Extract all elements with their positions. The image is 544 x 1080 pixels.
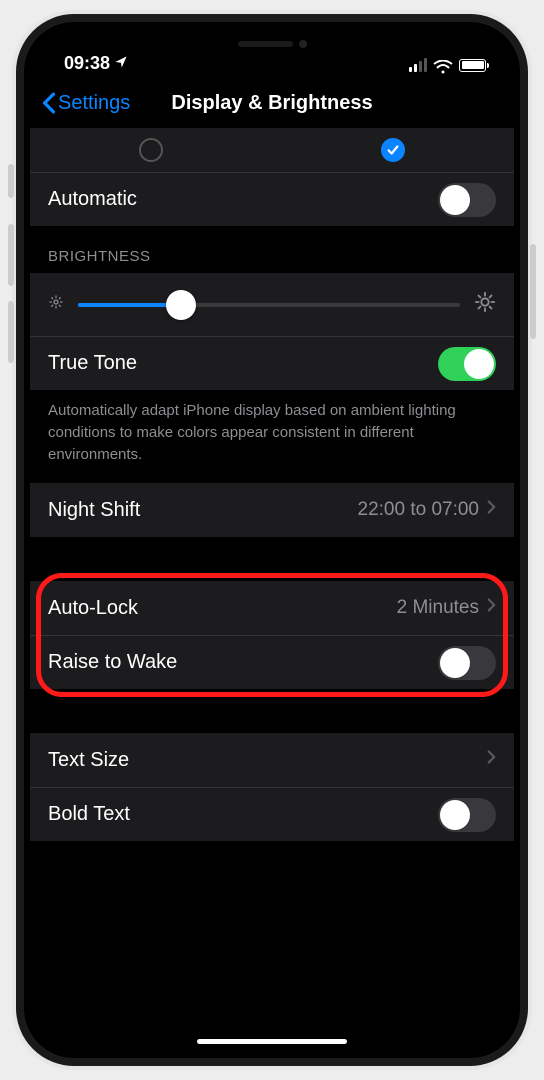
raise-to-wake-switch[interactable] bbox=[438, 646, 496, 680]
night-shift-value: 22:00 to 07:00 bbox=[358, 499, 480, 521]
true-tone-footer: Automatically adapt iPhone display based… bbox=[30, 390, 514, 483]
volume-down bbox=[8, 301, 14, 363]
auto-lock-value: 2 Minutes bbox=[397, 597, 479, 619]
content: Automatic BRIGHTNESS True Tone bbox=[30, 128, 514, 1052]
appearance-selector bbox=[30, 128, 514, 172]
location-icon bbox=[114, 53, 128, 74]
back-button[interactable]: Settings bbox=[42, 92, 130, 115]
appearance-dark-radio[interactable] bbox=[381, 138, 405, 162]
auto-lock-label: Auto-Lock bbox=[48, 597, 138, 620]
night-shift-label: Night Shift bbox=[48, 499, 140, 522]
slider-thumb[interactable] bbox=[166, 290, 196, 320]
brightness-header: BRIGHTNESS bbox=[30, 226, 514, 273]
device-frame: 09:38 Settings Display & B bbox=[12, 10, 532, 1070]
screen: 09:38 Settings Display & B bbox=[30, 28, 514, 1052]
brightness-slider[interactable] bbox=[78, 303, 460, 307]
nav-bar: Settings Display & Brightness bbox=[30, 78, 514, 128]
true-tone-label: True Tone bbox=[48, 352, 137, 375]
chevron-right-icon bbox=[487, 597, 496, 619]
sun-large-icon bbox=[474, 291, 496, 318]
home-indicator[interactable] bbox=[197, 1039, 347, 1044]
appearance-light-radio[interactable] bbox=[139, 138, 163, 162]
battery-icon bbox=[459, 59, 486, 72]
notch bbox=[167, 28, 377, 60]
chevron-right-icon bbox=[487, 749, 496, 771]
automatic-row[interactable]: Automatic bbox=[30, 172, 514, 226]
bold-text-row[interactable]: Bold Text bbox=[30, 787, 514, 841]
night-shift-row[interactable]: Night Shift 22:00 to 07:00 bbox=[30, 483, 514, 537]
true-tone-switch[interactable] bbox=[438, 347, 496, 381]
mute-switch bbox=[8, 164, 14, 198]
raise-to-wake-row[interactable]: Raise to Wake bbox=[30, 635, 514, 689]
power-button bbox=[530, 244, 536, 339]
volume-up bbox=[8, 224, 14, 286]
sun-small-icon bbox=[48, 294, 64, 315]
true-tone-row[interactable]: True Tone bbox=[30, 336, 514, 390]
bold-text-label: Bold Text bbox=[48, 803, 130, 826]
signal-icon bbox=[409, 58, 427, 72]
status-time: 09:38 bbox=[64, 53, 110, 74]
back-label: Settings bbox=[58, 92, 130, 115]
check-icon bbox=[386, 143, 400, 157]
automatic-switch[interactable] bbox=[438, 183, 496, 217]
bold-text-switch[interactable] bbox=[438, 798, 496, 832]
text-size-row[interactable]: Text Size bbox=[30, 733, 514, 787]
brightness-slider-row bbox=[30, 273, 514, 336]
auto-lock-row[interactable]: Auto-Lock 2 Minutes bbox=[30, 581, 514, 635]
wifi-icon bbox=[433, 58, 453, 72]
automatic-label: Automatic bbox=[48, 188, 137, 211]
raise-to-wake-label: Raise to Wake bbox=[48, 651, 177, 674]
text-size-label: Text Size bbox=[48, 749, 129, 772]
chevron-right-icon bbox=[487, 499, 496, 521]
chevron-left-icon bbox=[42, 92, 56, 114]
